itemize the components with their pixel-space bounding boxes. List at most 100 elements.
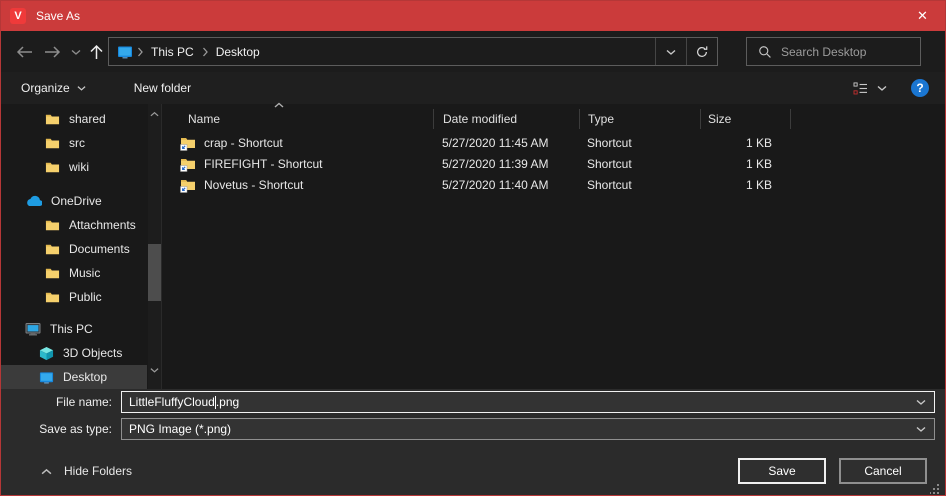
breadcrumb-separator-icon xyxy=(202,47,208,57)
sidebar-item-label: src xyxy=(69,136,85,150)
file-date: 5/27/2020 11:40 AM xyxy=(433,178,579,192)
file-name: Novetus - Shortcut xyxy=(204,178,303,192)
refresh-button[interactable] xyxy=(686,38,717,65)
sidebar-item-music[interactable]: Music xyxy=(1,261,147,285)
change-view-button[interactable] xyxy=(853,82,887,95)
sidebar-item-label: This PC xyxy=(50,322,93,336)
search-input[interactable]: Search Desktop xyxy=(781,45,866,59)
sidebar-scrollbar[interactable] xyxy=(148,104,161,389)
back-button[interactable] xyxy=(13,41,35,63)
sidebar-item-onedrive[interactable]: OneDrive xyxy=(1,189,147,213)
file-name-label: File name: xyxy=(1,395,121,409)
sidebar-item-src[interactable]: src xyxy=(1,131,147,155)
chevron-down-icon xyxy=(916,399,926,405)
file-type: Shortcut xyxy=(579,136,700,150)
help-button[interactable]: ? xyxy=(911,79,929,97)
folder-icon xyxy=(45,112,60,127)
file-row-firefight-shortcut[interactable]: FIREFIGHT - Shortcut 5/27/2020 11:39 AM … xyxy=(162,153,945,174)
save-as-type-value: PNG Image (*.png) xyxy=(129,422,231,436)
file-date: 5/27/2020 11:45 AM xyxy=(433,136,579,150)
onedrive-cloud-icon xyxy=(25,195,42,208)
sidebar-item-shared[interactable]: shared xyxy=(1,107,147,131)
sidebar-item-3d-objects[interactable]: 3D Objects xyxy=(1,341,147,365)
forward-arrow-icon xyxy=(44,45,61,59)
column-header-type[interactable]: Type xyxy=(579,109,700,129)
vivaldi-app-icon: V xyxy=(10,8,26,24)
save-as-type-select[interactable]: PNG Image (*.png) xyxy=(121,418,935,440)
organize-label: Organize xyxy=(21,81,70,95)
up-button[interactable] xyxy=(85,41,107,63)
navigation-bar: This PC Desktop Search Deskto xyxy=(1,31,945,72)
address-dropdown-button[interactable] xyxy=(655,38,686,65)
save-panel: File name: LittleFluffyCloud.png Save as… xyxy=(1,389,945,496)
folder-icon xyxy=(45,290,60,305)
sidebar-item-label: wiki xyxy=(69,160,89,174)
main-content: shared src wiki OneDrive Attachments Doc… xyxy=(1,104,945,389)
file-row-novetus-shortcut[interactable]: Novetus - Shortcut 5/27/2020 11:40 AM Sh… xyxy=(162,174,945,195)
scrollbar-thumb[interactable] xyxy=(148,244,161,301)
sidebar-item-this-pc[interactable]: This PC xyxy=(1,317,147,341)
up-arrow-icon xyxy=(89,44,104,60)
sidebar-item-label: Music xyxy=(69,266,100,280)
forward-button[interactable] xyxy=(41,41,63,63)
sidebar-item-label: 3D Objects xyxy=(63,346,122,360)
file-type: Shortcut xyxy=(579,178,700,192)
column-header-date-modified[interactable]: Date modified xyxy=(433,109,579,129)
sidebar-item-desktop[interactable]: Desktop xyxy=(1,365,147,389)
recent-locations-button[interactable] xyxy=(65,41,87,63)
chevron-up-icon xyxy=(41,468,52,475)
sidebar-item-label: OneDrive xyxy=(51,194,102,208)
file-name: crap - Shortcut xyxy=(204,136,283,150)
command-toolbar: Organize New folder ? xyxy=(1,72,945,104)
folder-icon xyxy=(45,160,60,175)
breadcrumb-desktop[interactable]: Desktop xyxy=(212,45,264,59)
sidebar-item-documents[interactable]: Documents xyxy=(1,237,147,261)
scrollbar-down-arrow[interactable] xyxy=(148,363,161,377)
file-name-text: LittleFluffyCloud xyxy=(129,395,215,409)
file-name-extension: .png xyxy=(216,395,239,409)
column-header-size[interactable]: Size xyxy=(700,109,790,129)
address-bar[interactable]: This PC Desktop xyxy=(108,37,718,66)
cancel-button[interactable]: Cancel xyxy=(839,458,927,484)
sidebar-item-public[interactable]: Public xyxy=(1,285,147,309)
back-arrow-icon xyxy=(16,45,33,59)
column-header-name[interactable]: Name xyxy=(162,109,433,129)
folder-icon xyxy=(45,242,60,257)
file-size: 1 KB xyxy=(700,178,790,192)
details-view-icon xyxy=(853,82,868,95)
folder-icon xyxy=(45,136,60,151)
chevron-down-icon xyxy=(71,49,81,55)
new-folder-label: New folder xyxy=(134,81,191,95)
sidebar-item-label: shared xyxy=(69,112,106,126)
save-as-type-label: Save as type: xyxy=(1,422,121,436)
file-list: Name Date modified Type Size crap - Shor… xyxy=(161,104,945,389)
search-icon xyxy=(758,45,772,59)
file-name-input[interactable]: LittleFluffyCloud.png xyxy=(121,391,935,413)
shortcut-folder-icon xyxy=(180,156,196,172)
navigation-pane: shared src wiki OneDrive Attachments Doc… xyxy=(1,104,161,389)
file-row-crap-shortcut[interactable]: crap - Shortcut 5/27/2020 11:45 AM Short… xyxy=(162,132,945,153)
breadcrumb-this-pc[interactable]: This PC xyxy=(147,45,198,59)
sort-ascending-icon xyxy=(274,102,284,108)
new-folder-button[interactable]: New folder xyxy=(128,77,197,99)
chevron-down-icon xyxy=(666,49,676,55)
organize-menu-button[interactable]: Organize xyxy=(15,77,92,99)
resize-grip[interactable] xyxy=(930,484,940,494)
column-headers: Name Date modified Type Size xyxy=(162,106,945,132)
search-box[interactable]: Search Desktop xyxy=(746,37,921,66)
refresh-icon xyxy=(695,45,709,59)
sidebar-item-wiki[interactable]: wiki xyxy=(1,155,147,179)
shortcut-folder-icon xyxy=(180,135,196,151)
sidebar-item-label: Public xyxy=(69,290,102,304)
shortcut-folder-icon xyxy=(180,177,196,193)
save-button[interactable]: Save xyxy=(738,458,826,484)
column-header-filler xyxy=(790,109,945,129)
sidebar-item-attachments[interactable]: Attachments xyxy=(1,213,147,237)
3d-cube-icon xyxy=(39,346,54,361)
chevron-down-icon xyxy=(77,85,86,91)
file-size: 1 KB xyxy=(700,136,790,150)
scrollbar-up-arrow[interactable] xyxy=(148,107,161,121)
hide-folders-button[interactable]: Hide Folders xyxy=(41,464,132,478)
computer-icon xyxy=(25,321,41,337)
close-button[interactable]: ✕ xyxy=(900,1,945,31)
